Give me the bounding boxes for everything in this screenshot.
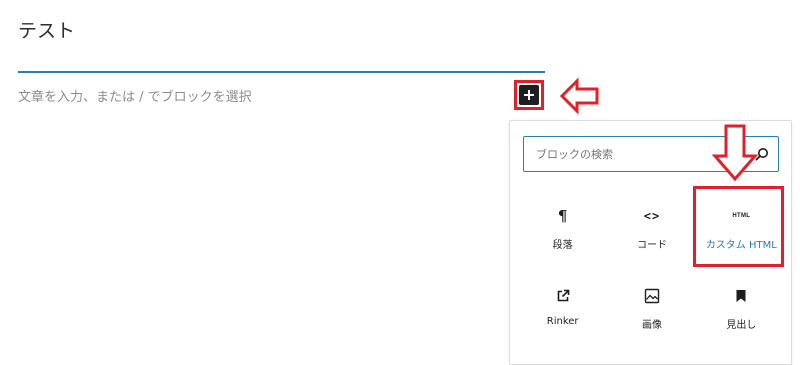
block-label: 画像 xyxy=(641,320,662,331)
left-arrow-annotation-icon xyxy=(560,77,599,115)
block-placeholder[interactable]: 文章を入力、または / でブロックを選択 xyxy=(18,86,252,105)
block-label: Rinker xyxy=(546,316,579,327)
block-label: 見出し xyxy=(726,320,757,331)
code-icon: <> xyxy=(643,209,661,223)
block-item-code[interactable]: <> コード xyxy=(607,191,696,271)
block-label: コード xyxy=(636,240,667,251)
bookmark-icon xyxy=(735,285,747,307)
block-item-image[interactable]: 画像 xyxy=(607,271,696,351)
inserter-highlight-frame xyxy=(514,80,544,110)
block-label: 段落 xyxy=(552,240,573,251)
block-item-rinker[interactable]: Rinker xyxy=(518,271,607,351)
external-link-icon xyxy=(556,285,570,307)
block-inserter-button[interactable] xyxy=(519,85,539,105)
html-icon: HTML xyxy=(732,213,751,219)
block-grid: ¶ 段落 <> コード HTML カスタム HTML Rinker 画像 見出し xyxy=(518,191,786,351)
block-item-paragraph[interactable]: ¶ 段落 xyxy=(518,191,607,271)
block-label: カスタム HTML xyxy=(705,240,777,251)
plus-icon xyxy=(524,90,534,100)
block-search-input[interactable] xyxy=(524,137,744,171)
post-title[interactable]: テスト xyxy=(18,16,75,43)
block-item-custom-html[interactable]: HTML カスタム HTML xyxy=(697,191,786,271)
down-arrow-annotation-icon xyxy=(712,124,758,182)
image-icon xyxy=(644,285,660,307)
title-focus-underline xyxy=(18,71,545,73)
paragraph-icon: ¶ xyxy=(557,207,568,225)
block-item-heading[interactable]: 見出し xyxy=(697,271,786,351)
